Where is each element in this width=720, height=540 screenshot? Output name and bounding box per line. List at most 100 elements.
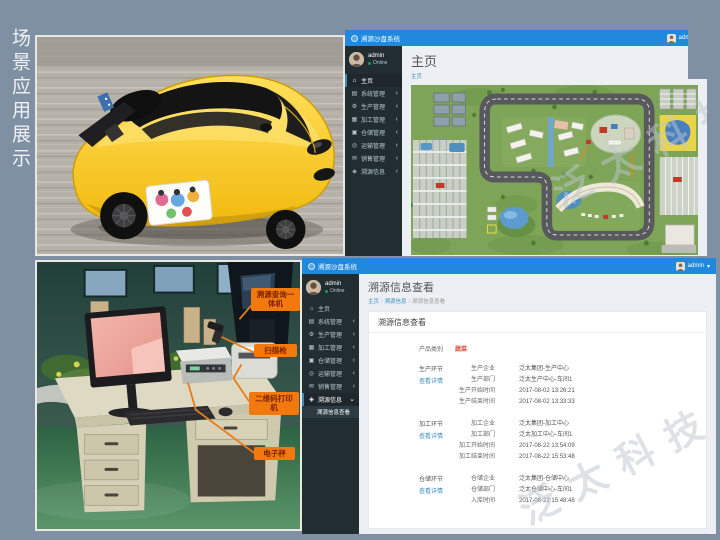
menu-item-label: 加工管理 xyxy=(361,115,385,124)
caret-left-icon: ‹ xyxy=(396,90,398,97)
page-title: 主页 xyxy=(411,51,698,70)
sidebar-menu-item[interactable]: ▤ 系统管理 ‹ xyxy=(302,315,359,328)
view-detail-link[interactable]: 查看详情 xyxy=(375,376,443,385)
breadcrumb-home[interactable]: 主页 xyxy=(411,74,422,80)
caret-left-icon: ‹ xyxy=(396,168,398,175)
trace-sections: 生产环节 查看详情 生产企业 泛太集团-生产中心 xyxy=(375,364,700,507)
menu-item-label: 系统管理 xyxy=(318,317,342,326)
field-row: 生产结束时间 2017-08-02 13:33:33 xyxy=(443,397,700,408)
menu-item-label: 生产管理 xyxy=(361,102,385,111)
sidebar-submenu-trace-view[interactable]: 溯源信息查看 xyxy=(302,406,359,418)
menu-item-icon: ⚙ xyxy=(351,103,358,110)
breadcrumb-home[interactable]: 主页 xyxy=(368,299,379,305)
sidebar: admin Online ⌂ 主页 xyxy=(302,274,359,534)
slide-vertical-title: 场景应用展示 xyxy=(6,28,33,172)
field-row: 入库时间 2017-08-22 15:48:48 xyxy=(443,496,700,507)
field-value: 2017-08-22 13:54:09 xyxy=(519,441,575,452)
field-value: 2017-08-22 15:48:48 xyxy=(519,496,575,507)
sidebar-menu-item[interactable]: ✉ 销售管理 ‹ xyxy=(345,152,402,165)
menu-item-label: 运输管理 xyxy=(361,141,385,150)
field-label: 仓储企业 xyxy=(443,474,495,485)
sidebar-menu-item[interactable]: ✉ 销售管理 ‹ xyxy=(302,380,359,393)
sidebar-menu-item[interactable]: ◎ 运输管理 ‹ xyxy=(345,139,402,152)
menu-item-label: 系统管理 xyxy=(361,89,385,98)
sidebar-menu-item[interactable]: ⌂ 主页 xyxy=(302,302,359,315)
caret-left-icon: ‹ xyxy=(396,155,398,162)
header-user-menu[interactable]: admin ▾ xyxy=(676,262,710,271)
menu-item-icon: ▤ xyxy=(308,318,315,325)
scale-device xyxy=(176,347,233,384)
trace-section: 仓储环节 查看详情 仓储企业 泛太集团-仓储中心 xyxy=(375,474,700,507)
caret-left-icon: ‹ xyxy=(396,116,398,123)
menu-item-icon: ⌂ xyxy=(351,78,358,84)
sidebar-menu-item[interactable]: ⌂ 主页 xyxy=(345,74,402,87)
sidebar-user-name: admin xyxy=(368,53,387,59)
sidebar-menu-item[interactable]: ◎ 运输管理 ‹ xyxy=(302,367,359,380)
sidebar-menu-item[interactable]: ◈ 溯源信息 ⌄ xyxy=(302,393,359,406)
field-value: 泛太集团-加工中心 xyxy=(519,419,569,430)
label-kiosk: 溯源查询一体机 xyxy=(251,288,300,311)
brand-logo-icon xyxy=(351,35,358,42)
field-value: 泛太仓储中心-车间1 xyxy=(519,485,572,496)
sidebar-menu-item[interactable]: ▣ 仓储管理 ‹ xyxy=(345,126,402,139)
sidebar-menu-item[interactable]: ▦ 加工管理 ‹ xyxy=(345,113,402,126)
main-content: 溯源信息查看 主页/溯源信息/溯源信息查看 溯源信息查看 产品类别 蔬菜 xyxy=(359,274,716,534)
view-detail-link[interactable]: 查看详情 xyxy=(375,486,443,495)
menu-item-icon: ◎ xyxy=(308,370,315,377)
sidebar-menu-item[interactable]: ◈ 溯源信息 ‹ xyxy=(345,165,402,178)
header-avatar xyxy=(667,34,676,43)
sidebar-menu-item[interactable]: ▣ 仓储管理 ‹ xyxy=(302,354,359,367)
slide-background-corner xyxy=(688,30,720,79)
menu-item-label: 运输管理 xyxy=(318,369,342,378)
site-map-panel xyxy=(411,85,698,255)
field-value: 泛太集团-仓储中心 xyxy=(519,474,569,485)
sidebar: admin Online ⌂ 主页 xyxy=(345,46,402,256)
field-label: 加工企业 xyxy=(443,419,495,430)
menu-item-label: 主页 xyxy=(318,304,330,313)
product-category-row: 产品类别 蔬菜 xyxy=(375,344,700,353)
menu-item-icon: ▣ xyxy=(351,129,358,136)
brand-label: 溯源沙盘系统 xyxy=(361,33,400,43)
label-printer: 二维码打印机 xyxy=(249,392,299,415)
sidebar-menu-item[interactable]: ▦ 加工管理 ‹ xyxy=(302,341,359,354)
menu-item-icon: ✉ xyxy=(351,155,358,162)
breadcrumb-trace[interactable]: 溯源信息 xyxy=(385,299,407,305)
presentation-slide: 场景应用展示 xyxy=(0,0,720,540)
brand[interactable]: 溯源沙盘系统 xyxy=(308,261,357,271)
menu-item-label: 溯源信息 xyxy=(318,395,342,404)
menu-item-icon: ◈ xyxy=(308,396,315,403)
field-label: 加工部门 xyxy=(443,430,495,441)
sidebar-user-status: Online xyxy=(368,60,387,66)
cartoon-sticker xyxy=(146,180,213,226)
photo-toy-car xyxy=(35,35,345,256)
caret-left-icon: ‹ xyxy=(353,383,355,390)
sidebar-menu-item[interactable]: ▤ 系统管理 ‹ xyxy=(345,87,402,100)
menu-item-icon: ◎ xyxy=(351,142,358,149)
field-value: 泛太集团-生产中心 xyxy=(519,364,569,375)
view-detail-link[interactable]: 查看详情 xyxy=(375,431,443,440)
caret-left-icon: ‹ xyxy=(353,370,355,377)
sidebar-menu-item[interactable]: ⚙ 生产管理 ‹ xyxy=(302,328,359,341)
field-label: 生产部门 xyxy=(443,375,495,386)
trace-section: 生产环节 查看详情 生产企业 泛太集团-生产中心 xyxy=(375,364,700,408)
stage-name: 仓储环节 xyxy=(375,474,443,483)
field-label: 生产结束时间 xyxy=(443,397,495,408)
header-user-name: admin xyxy=(688,263,704,269)
product-category-label: 产品类别 xyxy=(375,344,443,353)
field-row: 加工部门 泛太加工中心-车间1 xyxy=(443,430,700,441)
field-value: 2017-08-02 13:33:33 xyxy=(519,397,575,408)
field-row: 加工企业 泛太集团-加工中心 xyxy=(443,419,700,430)
menu-item-icon: ◈ xyxy=(351,168,358,175)
user-avatar xyxy=(306,280,321,295)
menu-item-icon: ✉ xyxy=(308,383,315,390)
field-label: 加工开始时间 xyxy=(443,441,495,452)
caret-left-icon: ‹ xyxy=(396,129,398,136)
brand[interactable]: 溯源沙盘系统 xyxy=(351,33,400,43)
caret-left-icon: ‹ xyxy=(396,103,398,110)
page-title: 溯源信息查看 xyxy=(368,279,707,295)
sidebar-user-panel: admin Online xyxy=(345,46,402,72)
site-map xyxy=(411,85,698,255)
sidebar-menu-item[interactable]: ⚙ 生产管理 ‹ xyxy=(345,100,402,113)
field-row: 加工结束时间 2017-08-22 15:53:48 xyxy=(443,452,700,463)
caret-left-icon: ⌄ xyxy=(349,396,355,403)
